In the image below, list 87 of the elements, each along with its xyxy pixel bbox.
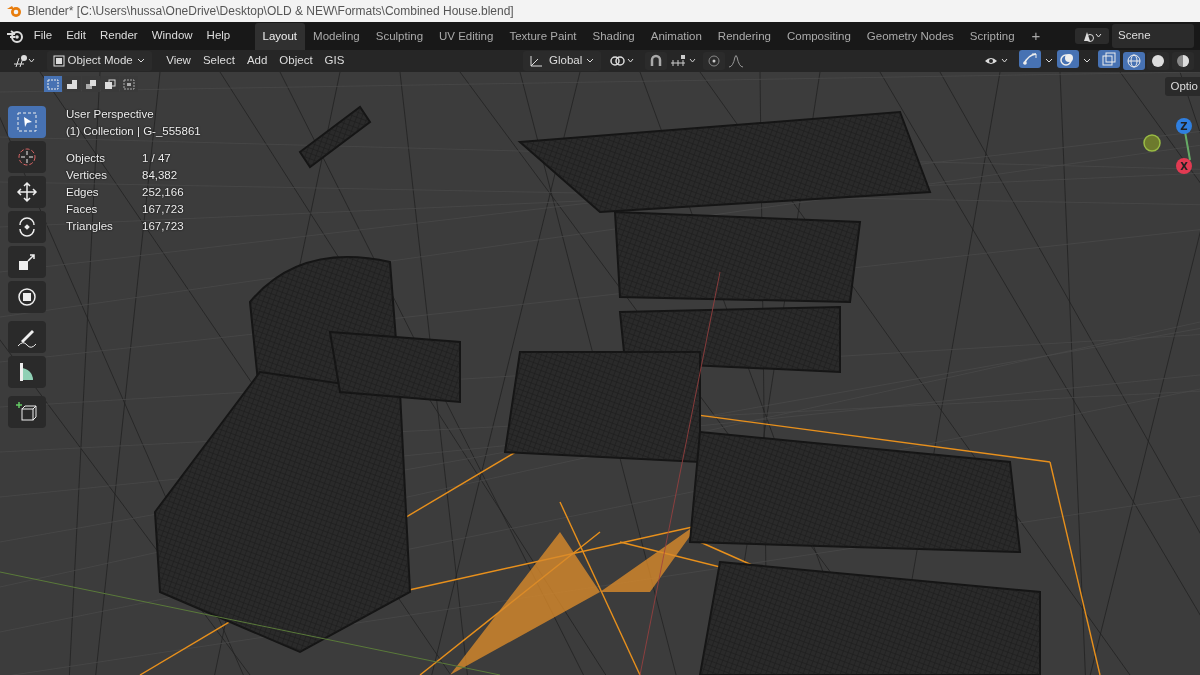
workspace-tab[interactable]: Shading <box>584 22 643 50</box>
header-menu[interactable]: GIS <box>318 51 351 71</box>
mode-icon <box>52 55 65 67</box>
workspace-tab[interactable]: Scripting <box>961 22 1023 50</box>
stat-label: Objects <box>66 151 106 166</box>
caret-icon[interactable] <box>1081 57 1092 65</box>
options-button[interactable]: Optio <box>1164 77 1200 97</box>
workspace-tab[interactable]: Modeling <box>305 22 368 50</box>
add-cube-icon <box>15 400 39 424</box>
move-tool[interactable] <box>8 176 46 208</box>
blender-logo-icon[interactable] <box>5 28 24 44</box>
stat-label: Faces <box>66 202 99 217</box>
scene-selector[interactable] <box>1075 28 1110 44</box>
solid-shading-icon <box>1151 54 1166 68</box>
workspace-tab[interactable]: Animation <box>642 22 710 50</box>
gizmo-toggle[interactable] <box>1019 50 1042 69</box>
transform-icon <box>15 285 39 309</box>
rotate-tool[interactable] <box>8 211 46 243</box>
workspace-tab[interactable]: Rendering <box>709 22 779 50</box>
wireframe-shading-button[interactable] <box>1122 52 1145 70</box>
caret-icon[interactable] <box>1044 57 1055 65</box>
3d-cursor-tool[interactable] <box>8 141 46 173</box>
orientation-icon <box>529 55 544 67</box>
overlay-icon <box>1060 52 1076 67</box>
axis-handle[interactable]: X <box>1176 158 1192 174</box>
menu-item[interactable]: File <box>26 25 60 47</box>
selection-mode-icon <box>103 77 117 91</box>
viewport-info-text: (1) Collection | G-_555861 <box>66 124 201 139</box>
header-menu[interactable]: Add <box>240 51 274 71</box>
wireframe-shading-icon <box>1126 54 1141 68</box>
window-title: Blender* [C:\Users\hussa\OneDrive\Desktop\OLD & NEW\Formats\Combined House.blend] <box>27 3 514 20</box>
menu-item[interactable]: Edit <box>59 25 93 47</box>
pencil-tool[interactable] <box>8 321 46 353</box>
workspace-tab[interactable]: Texture Paint <box>501 22 585 50</box>
solid-shading-button[interactable] <box>1147 52 1170 70</box>
selection-mode-icon <box>46 77 60 91</box>
caret-icon <box>585 57 596 65</box>
workspace-tab[interactable]: Layout <box>254 22 306 50</box>
gizmo-icon <box>1022 52 1039 67</box>
mode-dropdown[interactable]: Object Mode <box>46 51 152 71</box>
stat-label: Vertices <box>66 168 108 183</box>
xray-toggle[interactable] <box>1097 50 1120 69</box>
add-cube-tool[interactable] <box>8 396 46 428</box>
select-box-tool[interactable] <box>8 106 46 138</box>
3d-cursor-icon <box>15 145 39 169</box>
overlay-toggle[interactable] <box>1057 50 1079 69</box>
menu-item[interactable]: Help <box>199 25 238 47</box>
header-menu[interactable]: Select <box>196 51 241 71</box>
blender-logo-icon <box>5 4 22 18</box>
workspace-tab[interactable]: Compositing <box>778 22 859 50</box>
transform-tool[interactable] <box>8 281 46 313</box>
header-menu[interactable]: View <box>160 51 197 71</box>
snap-icon <box>648 54 663 68</box>
workspace-tab[interactable]: Geometry Nodes <box>858 22 962 50</box>
selection-mode-icon <box>65 77 79 91</box>
axis-gizmo-drawing[interactable]: Z X <box>1140 110 1200 180</box>
stat-label: Edges <box>66 185 100 200</box>
stat-value: 252,166 <box>142 185 185 200</box>
scale-tool[interactable] <box>8 246 46 278</box>
ruler-tool[interactable] <box>8 356 46 388</box>
workspace-tab[interactable]: Sculpting <box>367 22 432 50</box>
orientation-dropdown[interactable]: Global <box>523 51 602 71</box>
axis-handle[interactable]: Z <box>1176 118 1192 134</box>
falloff-curve-icon[interactable] <box>727 54 744 68</box>
stat-value: 167,723 <box>142 219 185 234</box>
snap-toggle[interactable] <box>644 52 667 70</box>
workspace-tab[interactable]: UV Editing <box>431 22 502 50</box>
scene-name-field[interactable]: Scene <box>1112 24 1195 48</box>
material-shading-icon <box>1176 54 1191 68</box>
proportional-editing-toggle[interactable] <box>702 52 725 70</box>
proportional-editing-icon <box>706 54 721 68</box>
selection-mode-icon <box>84 77 98 91</box>
viewport-info-text: User Perspective <box>66 107 155 122</box>
stat-value: 1 / 47 <box>142 151 172 166</box>
menu-item[interactable]: Render <box>93 25 145 47</box>
caret-icon <box>135 57 146 65</box>
header-menu[interactable]: Object <box>273 51 319 71</box>
stat-value: 84,382 <box>142 168 179 183</box>
move-icon <box>15 180 39 204</box>
menu-item[interactable]: Window <box>144 25 200 47</box>
xray-icon <box>1101 52 1116 67</box>
stat-value: 167,723 <box>142 202 185 217</box>
select-box-icon <box>15 110 39 134</box>
stat-label: Triangles <box>66 219 114 234</box>
selection-mode-icon <box>122 77 136 91</box>
material-shading-button[interactable] <box>1172 52 1195 70</box>
add-workspace-button[interactable]: + <box>1022 22 1050 50</box>
